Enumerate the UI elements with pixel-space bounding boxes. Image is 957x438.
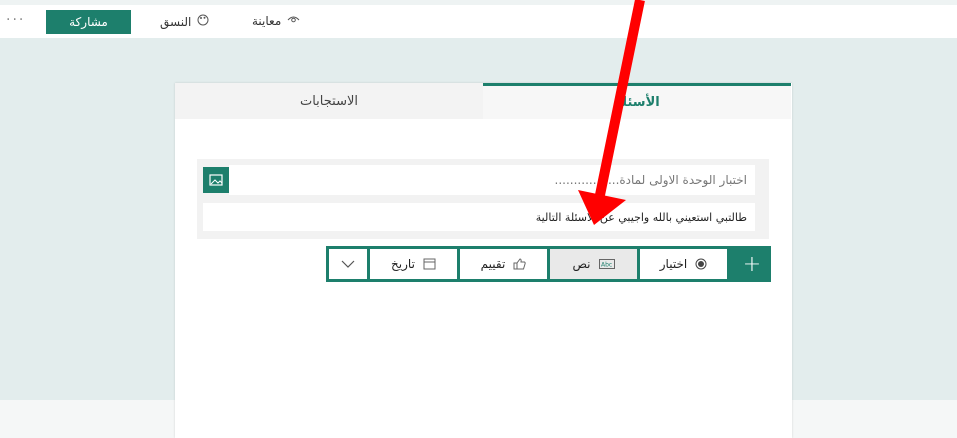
form-panel: الاستجابات الأسئلة اختبار الوحدة الاولى … — [175, 83, 792, 438]
theme-button[interactable]: النسق — [160, 14, 209, 29]
form-title-field[interactable]: اختبار الوحدة الاولى لمادة..............… — [229, 165, 755, 195]
svg-text:Abc: Abc — [601, 262, 612, 269]
question-card: اختبار الوحدة الاولى لمادة..............… — [197, 159, 769, 239]
insert-image-button[interactable] — [203, 167, 229, 193]
add-question-toolbar: تاريخ تقييم نص Abc اختيار + — [326, 246, 771, 282]
chevron-down-icon — [341, 260, 355, 268]
share-button[interactable]: مشاركة — [46, 10, 131, 34]
more-types-button[interactable] — [329, 249, 367, 279]
choice-button[interactable]: اختيار — [640, 249, 727, 279]
date-label: تاريخ — [391, 257, 415, 271]
eye-icon — [287, 15, 300, 28]
more-options-icon[interactable]: ··· — [6, 12, 25, 28]
add-question-icon[interactable]: + — [733, 246, 771, 282]
top-bar: ··· مشاركة النسق معاينة — [0, 0, 957, 39]
image-icon — [209, 174, 223, 186]
preview-button[interactable]: معاينة — [252, 14, 300, 28]
theme-label: النسق — [160, 14, 192, 29]
palette-icon — [197, 14, 209, 29]
date-button[interactable]: تاريخ — [370, 249, 457, 279]
text-abc-icon: Abc — [598, 259, 615, 269]
rating-button[interactable]: تقييم — [460, 249, 547, 279]
text-button[interactable]: نص Abc — [550, 249, 637, 279]
calendar-icon — [423, 258, 436, 270]
tab-questions[interactable]: الأسئلة — [483, 83, 791, 119]
text-label: نص — [572, 257, 591, 271]
workspace: الاستجابات الأسئلة اختبار الوحدة الاولى … — [0, 38, 957, 438]
radio-icon — [695, 258, 707, 270]
top-strip — [0, 0, 957, 5]
form-description-field[interactable]: طالتبي استعيني بالله واجيبي عن الاسئلة ا… — [203, 203, 755, 231]
choice-label: اختيار — [659, 257, 688, 271]
thumbs-up-icon — [513, 258, 526, 270]
rating-label: تقييم — [480, 257, 506, 271]
preview-label: معاينة — [252, 14, 282, 28]
tab-responses[interactable]: الاستجابات — [175, 83, 483, 119]
